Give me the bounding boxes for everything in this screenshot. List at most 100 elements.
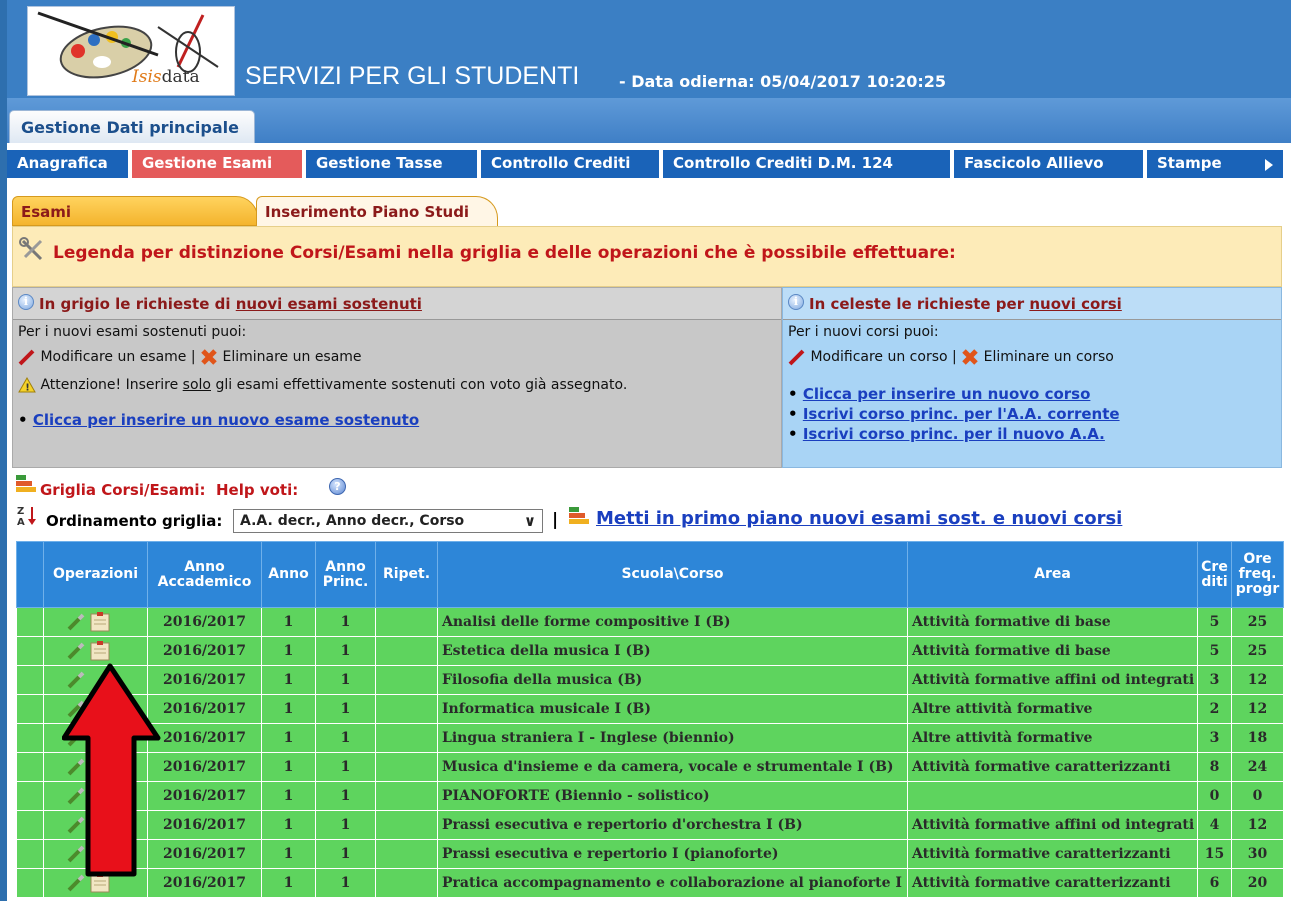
cell-area: Attività formative di base: [907, 636, 1198, 666]
table-row[interactable]: 2016/2017 1 1 PIANOFORTE (Biennio - solisti…: [16, 781, 1284, 811]
cell-corso: Pratica accompagnamento e collaborazione…: [437, 868, 908, 898]
cell-princ: 1: [315, 636, 376, 666]
table-row[interactable]: 2016/2017 1 1 Analisi delle forme compositi…: [16, 607, 1284, 637]
cell-anno: 1: [261, 607, 316, 637]
table-row[interactable]: 2016/2017 1 1 Pratica accompagnamento e col…: [16, 868, 1284, 898]
nav-anagrafica[interactable]: Anagrafica: [7, 150, 128, 178]
col-select: [16, 541, 44, 608]
row-selector-cell: [16, 723, 44, 753]
table-row[interactable]: 2016/2017 1 1 Prassi esecutiva e repertorio…: [16, 839, 1284, 869]
cell-anno: 1: [261, 665, 316, 695]
cell-ore: 25: [1231, 607, 1284, 637]
logo-text: Isisdata: [132, 67, 200, 87]
cell-princ: 1: [315, 839, 376, 869]
cell-ripet: [375, 752, 438, 782]
cell-princ: 1: [315, 752, 376, 782]
cell-ore: 12: [1231, 694, 1284, 724]
cell-princ: 1: [315, 665, 376, 695]
nav-controllo-crediti-dm124[interactable]: Controllo Crediti D.M. 124: [663, 150, 950, 178]
grid-title: Griglia Corsi/Esami: Help voti:: [40, 481, 298, 499]
col-area[interactable]: Area: [907, 541, 1198, 608]
tab-inserimento-piano-studi[interactable]: Inserimento Piano Studi: [256, 196, 498, 226]
cell-aa: 2016/2017: [147, 607, 262, 637]
nav-next-arrow-icon[interactable]: [1265, 159, 1273, 171]
link-inserisci-esame[interactable]: Clicca per inserire un nuovo esame soste…: [33, 411, 419, 429]
cell-ripet: [375, 839, 438, 869]
col-crediti[interactable]: Cre diti: [1197, 541, 1232, 608]
col-anno-princ[interactable]: Anno Princ.: [315, 541, 376, 608]
col-corso[interactable]: Scuola\Corso: [437, 541, 908, 608]
cell-corso: Prassi esecutiva e repertorio d'orchestr…: [437, 810, 908, 840]
cell-area: Attività formative caratterizzanti: [907, 839, 1198, 869]
cell-corso: Filosofia della musica (B): [437, 665, 908, 695]
left-edge: [0, 0, 7, 901]
link-primo-piano[interactable]: Metti in primo piano nuovi esami sost. e…: [596, 508, 1122, 529]
cell-princ: 1: [315, 723, 376, 753]
warning-em: solo: [182, 377, 211, 393]
cell-crediti: 3: [1197, 665, 1232, 695]
table-row[interactable]: 2016/2017 1 1 Musica d'insieme e da camera,…: [16, 752, 1284, 782]
cell-anno: 1: [261, 636, 316, 666]
table-row[interactable]: 2016/2017 1 1 Estetica della musica I (B) At…: [16, 636, 1284, 666]
cell-ore: 20: [1231, 868, 1284, 898]
edit-pencil-icon[interactable]: [66, 612, 86, 632]
grid-header-row: Operazioni Anno Accademico Anno Anno Princ…: [16, 541, 1284, 608]
nav-gestione-tasse[interactable]: Gestione Tasse: [306, 150, 477, 178]
legend-box: Legenda per distinzione Corsi/Esami nell…: [12, 226, 1282, 287]
cell-corso: Informatica musicale I (B): [437, 694, 908, 724]
app-title: SERVIZI PER GLI STUDENTI: [245, 62, 580, 90]
nav-controllo-crediti[interactable]: Controllo Crediti: [481, 150, 659, 178]
svg-text:!: !: [25, 383, 30, 394]
cell-aa: 2016/2017: [147, 781, 262, 811]
modify-text: Modificare un corso |: [810, 349, 957, 365]
cell-aa: 2016/2017: [147, 868, 262, 898]
tab-esami[interactable]: Esami: [12, 196, 258, 226]
table-row[interactable]: 2016/2017 1 1 Lingua straniera I - Inglese …: [16, 723, 1284, 753]
nav-gestione-esami[interactable]: Gestione Esami: [132, 150, 302, 178]
nav-stampe[interactable]: Stampe: [1147, 150, 1283, 178]
tab-gestione-dati-principale[interactable]: Gestione Dati principale: [9, 110, 255, 143]
delete-x-icon: [962, 349, 978, 365]
panel-nuovi-esami: i In grigio le richieste di nuovi esami …: [12, 287, 782, 468]
table-row[interactable]: 2016/2017 1 1 Filosofia della musica (B) Att…: [16, 665, 1284, 695]
link-iscrivi-aa-corrente[interactable]: Iscrivi corso princ. per l'A.A. corrente: [803, 405, 1120, 423]
cell-aa: 2016/2017: [147, 810, 262, 840]
table-row[interactable]: 2016/2017 1 1 Informatica musicale I (B) Alt…: [16, 694, 1284, 724]
link-iscrivi-nuovo-aa[interactable]: Iscrivi corso princ. per il nuovo A.A.: [803, 425, 1105, 443]
col-anno[interactable]: Anno: [261, 541, 316, 608]
cell-crediti: 0: [1197, 781, 1232, 811]
cell-anno: 1: [261, 694, 316, 724]
order-select[interactable]: A.A. decr., Anno decr., Corso ∨: [233, 509, 543, 533]
cell-ripet: [375, 636, 438, 666]
info-icon: i: [18, 294, 34, 310]
main-nav: Anagrafica Gestione Esami Gestione Tasse…: [7, 150, 1291, 178]
logo: Isisdata: [27, 6, 235, 96]
link-inserisci-corso[interactable]: Clicca per inserire un nuovo corso: [803, 385, 1091, 403]
cell-corso: Estetica della musica I (B): [437, 636, 908, 666]
logo-text-data: data: [161, 67, 200, 87]
row-selector-cell: [16, 868, 44, 898]
delete-text: Eliminare un esame: [222, 349, 362, 365]
nav-fascicolo-allievo[interactable]: Fascicolo Allievo: [954, 150, 1143, 178]
document-icon[interactable]: [89, 640, 111, 662]
svg-text:A: A: [17, 517, 25, 527]
col-ripet[interactable]: Ripet.: [375, 541, 438, 608]
delete-text: Eliminare un corso: [983, 349, 1114, 365]
cell-crediti: 8: [1197, 752, 1232, 782]
cell-princ: 1: [315, 694, 376, 724]
table-row[interactable]: 2016/2017 1 1 Prassi esecutiva e repertorio…: [16, 810, 1284, 840]
cell-area: Attività formative affini od integrati: [907, 665, 1198, 695]
col-operazioni[interactable]: Operazioni: [43, 541, 148, 608]
document-icon[interactable]: [89, 611, 111, 633]
col-ore[interactable]: Ore freq. progr: [1231, 541, 1284, 608]
cell-ripet: [375, 868, 438, 898]
heading-link: nuovi corsi: [1029, 295, 1122, 313]
edit-pencil-icon[interactable]: [66, 641, 86, 661]
cell-princ: 1: [315, 607, 376, 637]
cell-aa: 2016/2017: [147, 665, 262, 695]
cell-corso: Prassi esecutiva e repertorio I (pianofo…: [437, 839, 908, 869]
help-icon[interactable]: ?: [329, 478, 346, 495]
cell-area: Altre attività formative: [907, 694, 1198, 724]
row-operations: [43, 607, 148, 637]
col-anno-accademico[interactable]: Anno Accademico: [147, 541, 262, 608]
